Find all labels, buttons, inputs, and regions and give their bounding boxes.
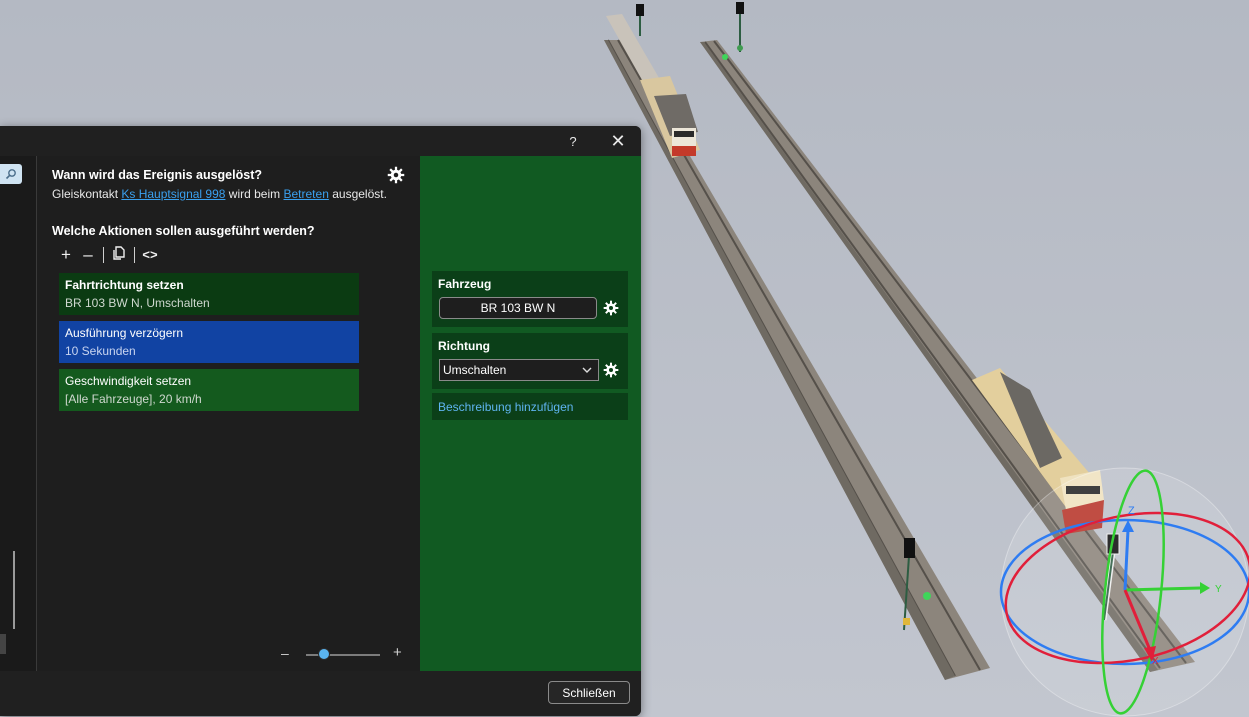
dialog-footer: Schließen: [0, 671, 641, 716]
sidebar-handle[interactable]: [0, 634, 6, 654]
signal-link[interactable]: Ks Hauptsignal 998: [121, 187, 225, 201]
toolbar-divider: [134, 247, 135, 263]
remove-action-button[interactable]: –: [77, 245, 99, 265]
gizmo-x-label: X: [1152, 656, 1159, 667]
copy-icon: [113, 246, 125, 260]
action-subtitle: 10 Sekunden: [65, 344, 136, 358]
actions-question: Welche Aktionen sollen ausgeführt werden…: [52, 224, 315, 238]
code-view-button[interactable]: <>: [139, 245, 161, 265]
search-button[interactable]: [0, 164, 22, 184]
sidebar-scrollbar[interactable]: [13, 551, 15, 629]
action-item[interactable]: Fahrtrichtung setzen BR 103 BW N, Umscha…: [59, 273, 359, 315]
direction-value: Umschalten: [443, 363, 507, 377]
zoom-out-button[interactable]: –: [281, 645, 289, 661]
gear-icon[interactable]: [387, 166, 405, 184]
action-title: Ausführung verzögern: [65, 326, 184, 340]
action-title: Fahrtrichtung setzen: [65, 278, 184, 292]
action-title: Geschwindigkeit setzen: [65, 374, 192, 388]
vehicle-label: Fahrzeug: [438, 277, 492, 291]
direction-card: Richtung Umschalten: [432, 333, 628, 389]
close-button[interactable]: Schließen: [548, 681, 630, 704]
track-contact-marker: [722, 54, 728, 60]
properties-panel: Fahrzeug BR 103 BW N Richtung Umschalten…: [420, 156, 641, 671]
zoom-in-button[interactable]: +: [393, 644, 402, 661]
action-subtitle: BR 103 BW N, Umschalten: [65, 296, 210, 310]
zoom-slider-handle[interactable]: [318, 648, 330, 660]
copy-action-button[interactable]: [108, 245, 130, 265]
trigger-prefix: Gleiskontakt: [52, 187, 119, 201]
event-question: Wann wird das Ereignis ausgelöst?: [52, 168, 262, 182]
trigger-middle: wird beim: [228, 187, 281, 201]
search-icon: [5, 169, 16, 180]
gear-icon[interactable]: [603, 362, 619, 378]
title-bar: ? ✕: [0, 126, 641, 156]
vehicle-selector[interactable]: BR 103 BW N: [439, 297, 597, 319]
action-item[interactable]: Geschwindigkeit setzen [Alle Fahrzeuge],…: [59, 369, 359, 411]
vehicle-card: Fahrzeug BR 103 BW N: [432, 271, 628, 327]
gizmo-y-label: Y: [1215, 584, 1222, 595]
description-card: Beschreibung hinzufügen: [432, 393, 628, 420]
close-icon[interactable]: ✕: [598, 126, 638, 156]
direction-label: Richtung: [438, 339, 490, 353]
add-description-link[interactable]: Beschreibung hinzufügen: [438, 400, 573, 414]
chevron-down-icon: [582, 367, 592, 373]
action-subtitle: [Alle Fahrzeuge], 20 km/h: [65, 392, 202, 406]
trigger-description: Gleiskontakt Ks Hauptsignal 998 wird bei…: [52, 187, 387, 201]
trigger-suffix: ausgelöst.: [332, 187, 387, 201]
add-action-button[interactable]: +: [55, 245, 77, 265]
action-item-selected[interactable]: Ausführung verzögern 10 Sekunden: [59, 321, 359, 363]
gizmo-z-label: Z: [1128, 505, 1135, 517]
toolbar-divider: [103, 247, 104, 263]
trigger-action-link[interactable]: Betreten: [284, 187, 329, 201]
actions-toolbar: + – <>: [55, 245, 161, 265]
event-dialog: ? ✕ Wann wird das Ereignis ausgelöst? Gl…: [0, 126, 641, 716]
help-button[interactable]: ?: [553, 126, 593, 156]
left-sidebar: [0, 156, 37, 671]
gear-icon[interactable]: [603, 300, 619, 316]
direction-select[interactable]: Umschalten: [439, 359, 599, 381]
